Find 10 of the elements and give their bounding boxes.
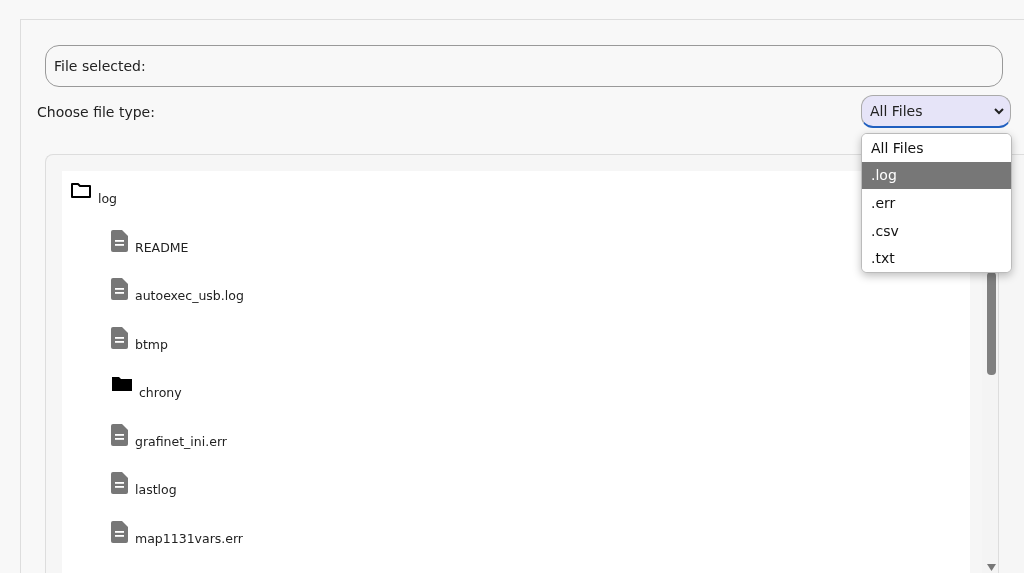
file-name: btmp (135, 336, 168, 352)
file-name: chrony (139, 385, 182, 400)
file-type-label: Choose file type: (37, 103, 155, 120)
file-name: lastlog (135, 482, 177, 497)
file-name: grafinet_ini.err (135, 433, 227, 449)
file-name: map1131vars.err (135, 530, 243, 546)
file-name: log (98, 191, 118, 206)
file-name: README (135, 239, 189, 255)
file-name: autoexec_usb.log (135, 288, 244, 303)
field-label: File selected: (54, 58, 146, 74)
